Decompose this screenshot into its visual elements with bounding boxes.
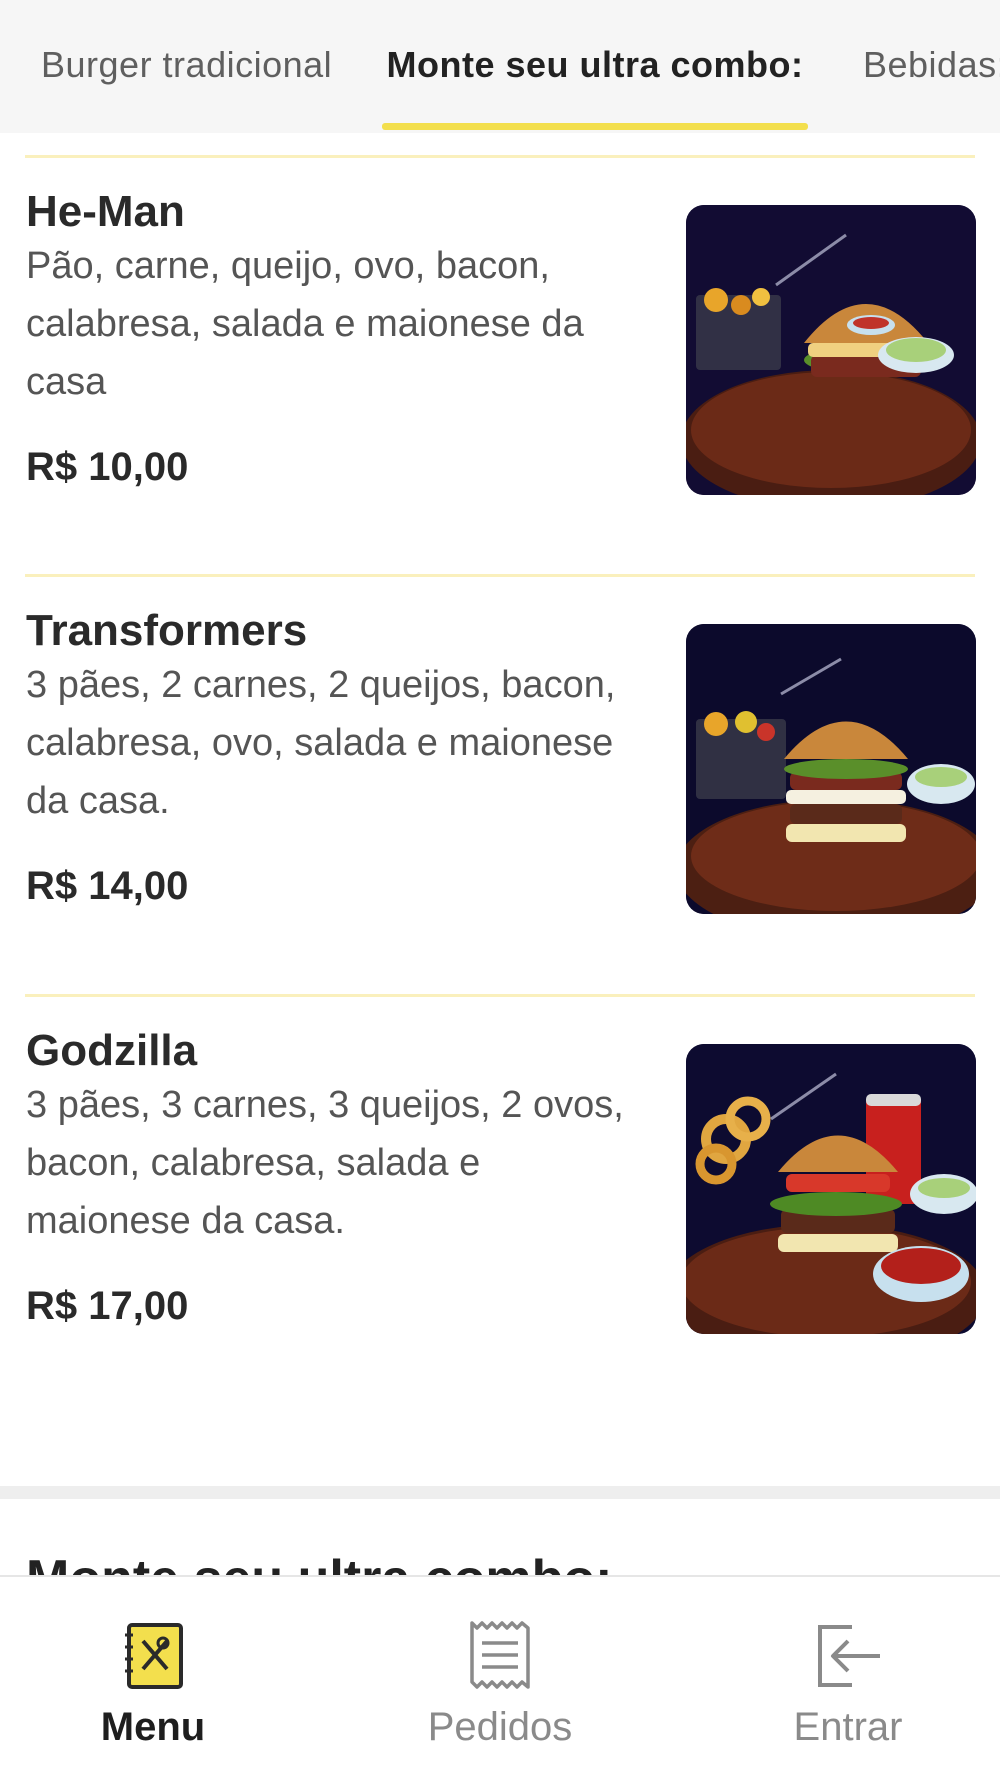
item-description: Pão, carne, queijo, ovo, bacon, calabres… — [26, 245, 584, 403]
section-separator — [0, 1486, 1000, 1499]
nav-entrar[interactable]: Entrar — [698, 1577, 998, 1780]
item-photo[interactable] — [686, 1044, 976, 1334]
menu-item-he-man[interactable]: He-Man Pão, carne, queijo, ovo, bacon, c… — [0, 157, 1000, 577]
nav-label: Menu — [100, 1705, 206, 1749]
category-tabs: Burger tradicional Monte seu ultra combo… — [0, 0, 1000, 133]
nav-menu[interactable]: Menu — [3, 1577, 303, 1780]
section-heading: Monte seu ultra combo: — [26, 1549, 612, 1575]
item-photo[interactable] — [686, 205, 976, 495]
item-description: 3 pães, 3 carnes, 3 queijos, 2 ovos, bac… — [26, 1084, 624, 1242]
nav-label: Pedidos — [427, 1705, 573, 1749]
menu-item-transformers[interactable]: Transformers 3 pães, 2 carnes, 2 queijos… — [0, 576, 1000, 996]
active-tab-indicator — [382, 123, 808, 130]
receipt-icon — [460, 1615, 540, 1695]
tab-bebidas[interactable]: Bebidas: — [863, 0, 1000, 133]
nav-pedidos[interactable]: Pedidos — [350, 1577, 650, 1780]
item-name: Transformers — [26, 606, 308, 655]
item-description: 3 pães, 2 carnes, 2 queijos, bacon, cala… — [26, 664, 616, 822]
nav-label: Entrar — [793, 1705, 903, 1749]
item-name: Godzilla — [26, 1026, 198, 1075]
item-price: R$ 14,00 — [26, 864, 189, 908]
tab-monte-seu-ultra-combo[interactable]: Monte seu ultra combo: — [382, 0, 808, 133]
tab-burger-tradicional[interactable]: Burger tradicional — [41, 0, 332, 133]
item-price: R$ 17,00 — [26, 1284, 189, 1328]
next-section: Monte seu ultra combo: — [0, 1499, 1000, 1575]
login-arrow-icon — [808, 1615, 888, 1695]
item-photo[interactable] — [686, 624, 976, 914]
menu-book-icon — [113, 1615, 193, 1695]
item-price: R$ 10,00 — [26, 445, 189, 489]
item-name: He-Man — [26, 187, 185, 236]
bottom-navigation: Menu Pedidos Entrar — [0, 1575, 1000, 1778]
menu-item-godzilla[interactable]: Godzilla 3 pães, 3 carnes, 3 queijos, 2 … — [0, 996, 1000, 1416]
